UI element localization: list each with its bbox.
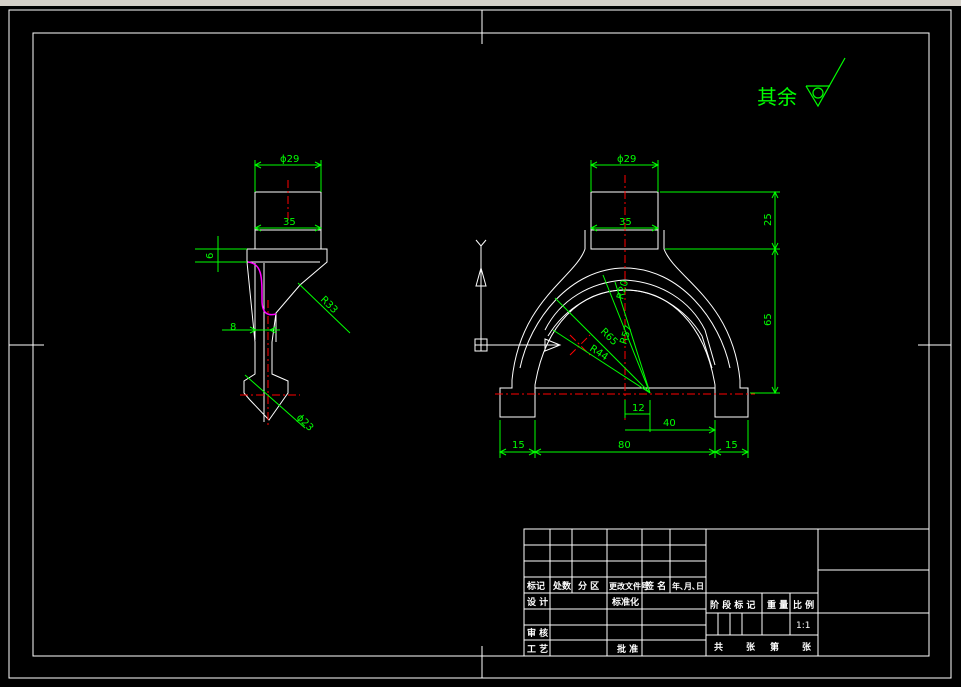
front-dim-height-top: 25 xyxy=(763,213,774,226)
tb-count: 处数 xyxy=(552,580,572,592)
front-dim-height-mid: 65 xyxy=(763,313,774,326)
cad-drawing-canvas[interactable]: 其余 ϕ29 35 6 8 R33 ϕ23 ϕ29 35 R20 R57 R65… xyxy=(0,6,961,687)
tb-mark: 标记 xyxy=(526,580,545,592)
tb-signature: 签 名 xyxy=(644,580,666,592)
side-dim-top: ϕ29 xyxy=(280,154,299,165)
front-dim-left: 15 xyxy=(512,440,525,451)
tb-stage-mark: 阶 段 标 记 xyxy=(710,599,755,611)
tb-sheet-unit-2: 张 xyxy=(802,641,812,653)
tb-sheet-num: 第 xyxy=(770,641,779,653)
tb-change-doc: 更改文件号 xyxy=(609,581,649,591)
front-dim-width: 35 xyxy=(619,217,632,228)
tb-date: 年､月､日 xyxy=(672,581,704,591)
tb-approve: 批 准 xyxy=(617,643,638,655)
tb-review: 审 核 xyxy=(527,627,548,639)
roughness-note-text: 其余 xyxy=(757,85,797,109)
side-dim-width: 35 xyxy=(283,217,296,228)
front-dim-offset: 12 xyxy=(632,403,645,414)
tb-zone: 分 区 xyxy=(578,580,599,592)
tb-weight: 重 量 xyxy=(767,599,788,611)
tb-sheet-unit-1: 张 xyxy=(746,641,756,653)
tb-sheet-total: 共 xyxy=(714,641,723,653)
tb-scale-value: 1:1 xyxy=(796,621,810,631)
front-dim-right: 15 xyxy=(725,440,738,451)
tb-scale: 比 例 xyxy=(793,599,814,611)
side-dim-web: 8 xyxy=(230,322,236,333)
front-dim-span: 80 xyxy=(618,440,631,451)
tb-standardize: 标准化 xyxy=(611,596,639,608)
front-dim-top: ϕ29 xyxy=(617,154,636,165)
front-dim-half: 40 xyxy=(663,418,676,429)
tb-process: 工 艺 xyxy=(527,643,548,655)
tb-design: 设 计 xyxy=(527,596,548,608)
side-dim-thickness: 6 xyxy=(205,253,216,259)
